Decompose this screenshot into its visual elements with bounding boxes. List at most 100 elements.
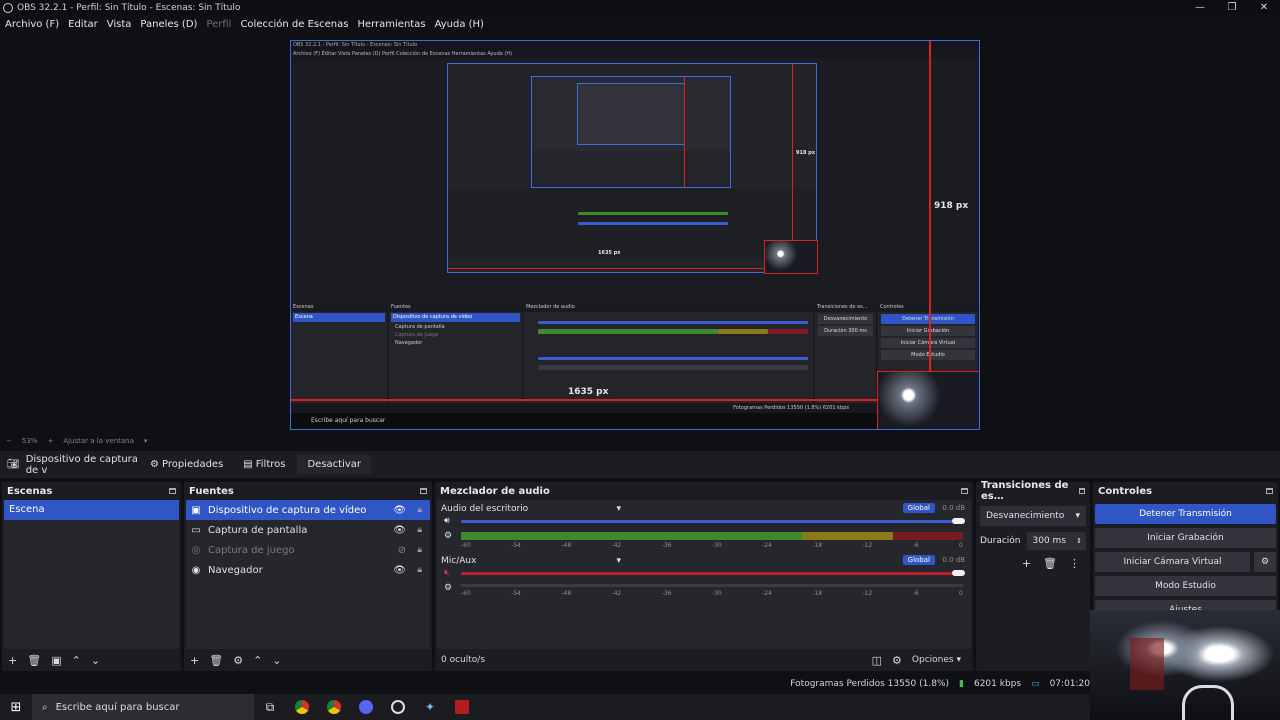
settings-icon[interactable]: ⚙: [444, 531, 452, 541]
preview-canvas[interactable]: OBS 32.2.1 - Perfil: Sin Título - Escena…: [290, 40, 980, 430]
sources-title: Fuentes: [189, 485, 234, 497]
scene-item[interactable]: Escena: [4, 500, 179, 520]
trash-icon[interactable]: 🗑︎: [1043, 557, 1057, 570]
width-label: 1635 px: [568, 387, 609, 397]
steam-icon[interactable]: ✦: [414, 694, 446, 720]
start-virtualcam-button[interactable]: Iniciar Cámara Virtual: [1095, 552, 1250, 572]
chevron-down-icon[interactable]: ⌄: [272, 654, 281, 667]
virtualcam-settings-icon[interactable]: ⚙: [1254, 552, 1276, 572]
eye-hidden-icon[interactable]: ⊘: [398, 545, 406, 556]
start-recording-button[interactable]: Iniciar Grabación: [1095, 528, 1276, 548]
source-item[interactable]: ▣ Dispositivo de captura de vídeo 👁︎ 🔒︎: [186, 500, 430, 520]
global-tag: Global: [902, 503, 935, 513]
lock-icon[interactable]: 🔒︎: [417, 525, 422, 535]
sources-footer: + 🗑︎ ⚙ ⌃ ⌄: [184, 649, 432, 671]
menu-herramientas[interactable]: Herramientas: [357, 19, 425, 30]
volume-slider-handle[interactable]: [952, 570, 965, 576]
layout-icon[interactable]: ◫: [872, 654, 882, 667]
settings-icon[interactable]: ⚙: [444, 583, 452, 593]
zoom-out-button[interactable]: −: [6, 437, 12, 445]
discord-icon[interactable]: [350, 694, 382, 720]
eye-icon[interactable]: 👁︎: [393, 505, 406, 516]
stop-stream-button[interactable]: Detener Transmisión: [1095, 504, 1276, 524]
volume-slider[interactable]: [461, 572, 963, 575]
volume-slider-handle[interactable]: [952, 518, 965, 524]
mini-taskbar: Escribe aquí para buscar: [291, 413, 979, 429]
undock-icon[interactable]: [1078, 488, 1085, 494]
task-view-icon[interactable]: ⧉: [254, 694, 286, 720]
menu-archivo[interactable]: Archivo (F): [5, 19, 59, 30]
filters-button[interactable]: ▤ Filtros: [235, 455, 293, 474]
nested-preview: 918 px 1635 px: [447, 63, 818, 274]
chevron-up-icon[interactable]: ⌃: [253, 654, 262, 667]
add-icon[interactable]: +: [8, 654, 17, 667]
spinner-icon[interactable]: ⇕: [1076, 537, 1082, 545]
options-button[interactable]: Opciones ▾: [912, 655, 961, 665]
lock-icon[interactable]: 🔒︎: [417, 545, 422, 555]
fit-to-window[interactable]: Ajustar a la ventana: [63, 437, 134, 445]
menu-coleccion-escenas[interactable]: Colección de Escenas: [240, 19, 348, 30]
meter-ticks: -60 -54 -48 -42 -36 -30 -24 -18 -12 -6 0: [461, 542, 963, 549]
chevron-down-icon[interactable]: ⌄: [91, 654, 100, 667]
undock-icon[interactable]: [1266, 488, 1273, 494]
duration-value: 300 ms: [1032, 536, 1067, 546]
eye-icon[interactable]: 👁︎: [393, 565, 406, 576]
preview-area[interactable]: OBS 32.2.1 - Perfil: Sin Título - Escena…: [0, 33, 1280, 433]
add-icon[interactable]: +: [1022, 557, 1031, 570]
zoom-in-button[interactable]: +: [47, 437, 53, 445]
add-icon[interactable]: +: [190, 654, 199, 667]
trash-icon[interactable]: 🗑︎: [209, 654, 223, 667]
menu-paneles[interactable]: Paneles (D): [140, 19, 197, 30]
signal-icon: ▮: [959, 679, 964, 689]
maximize-button[interactable]: ❐: [1216, 0, 1248, 15]
chevron-down-icon[interactable]: ▾: [144, 437, 148, 445]
height-label: 918 px: [934, 201, 969, 211]
menu-vista[interactable]: Vista: [107, 19, 132, 30]
menu-editar[interactable]: Editar: [68, 19, 98, 30]
advanced-audio-icon[interactable]: ⚙: [892, 654, 902, 667]
title-bar: OBS 32.2.1 - Perfil: Sin Título - Escena…: [0, 0, 1280, 15]
chevron-up-icon[interactable]: ⌃: [72, 654, 81, 667]
volume-slider[interactable]: [461, 520, 963, 523]
lock-icon[interactable]: 🔒︎: [417, 565, 422, 575]
deactivate-button[interactable]: Desactivar: [297, 455, 372, 474]
studio-mode-button[interactable]: Modo Estudio: [1095, 576, 1276, 596]
eye-icon[interactable]: 👁︎: [393, 525, 406, 536]
dota-icon[interactable]: [446, 694, 478, 720]
properties-button[interactable]: ⚙ Propiedades: [142, 455, 231, 474]
transitions-dock: Transiciones de es… Desvanecimiento ▾ Du…: [976, 480, 1090, 671]
gear-icon[interactable]: ⚙: [233, 654, 243, 667]
close-button[interactable]: ✕: [1248, 0, 1280, 15]
duration-input[interactable]: 300 ms ⇕: [1026, 532, 1086, 550]
undock-icon[interactable]: [961, 488, 968, 494]
muted-speaker-icon[interactable]: 🔇︎: [444, 568, 450, 578]
inner-window-title: OBS 32.2.1 - Perfil: Sin Título - Escena…: [291, 41, 979, 50]
more-icon[interactable]: ⋮: [1069, 557, 1080, 570]
undock-icon[interactable]: [169, 488, 176, 494]
chevron-down-icon[interactable]: ▾: [616, 504, 621, 514]
windows-start-icon[interactable]: ⊞: [0, 700, 32, 715]
filter-icon[interactable]: ▣: [51, 654, 61, 667]
stream-time: 07:01:20: [1049, 679, 1090, 689]
mixer-title: Mezclador de audio: [440, 485, 550, 497]
undock-icon[interactable]: [420, 488, 427, 494]
webcam-source[interactable]: [877, 371, 979, 429]
taskbar-search[interactable]: ⌕ Escribe aquí para buscar: [32, 694, 254, 720]
globe-icon: ◉: [191, 564, 201, 576]
source-item[interactable]: ◎ Captura de juego ⊘ 🔒︎: [186, 540, 430, 560]
chrome-icon[interactable]: [318, 694, 350, 720]
minimize-button[interactable]: —: [1184, 0, 1216, 15]
menu-ayuda[interactable]: Ayuda (H): [435, 19, 484, 30]
menu-perfil[interactable]: Perfil: [206, 19, 231, 30]
obs-icon[interactable]: [382, 694, 414, 720]
chrome-icon[interactable]: [286, 694, 318, 720]
chevron-down-icon[interactable]: ▾: [616, 556, 621, 566]
speaker-icon[interactable]: 🔊︎: [444, 516, 450, 526]
mini-stop-stream: Detener Transmisión: [881, 314, 975, 324]
transition-select[interactable]: Desvanecimiento ▾: [980, 506, 1086, 526]
trash-icon[interactable]: 🗑︎: [27, 654, 41, 667]
source-item[interactable]: ◉ Navegador 👁︎ 🔒︎: [186, 560, 430, 580]
camera-icon: ▣: [191, 504, 201, 516]
lock-icon[interactable]: 🔒︎: [417, 505, 422, 515]
source-item[interactable]: ▭ Captura de pantalla 👁︎ 🔒︎: [186, 520, 430, 540]
